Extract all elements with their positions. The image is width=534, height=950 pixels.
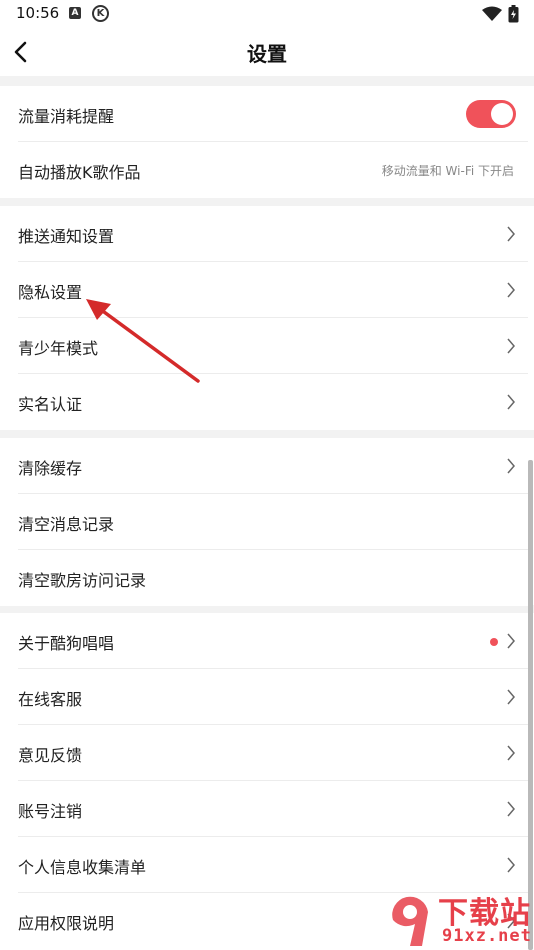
setting-label: 在线客服 [18, 690, 83, 709]
autoplay-note: 移动流量和 Wi-Fi 下开启 [381, 164, 514, 178]
section-gap [0, 76, 534, 86]
setting-label: 个人信息收集清单 [18, 858, 147, 877]
setting-label: 清空消息记录 [18, 515, 115, 534]
section-gap [0, 198, 534, 206]
setting-row-clear-room-history[interactable]: 清空歌房访问记录 [0, 550, 528, 606]
data-usage-toggle[interactable] [466, 100, 516, 128]
status-time: 10:56 [16, 4, 60, 22]
chevron-right-icon [507, 857, 515, 873]
header: 设置 [0, 28, 534, 76]
annotation-arrow-icon [86, 299, 200, 383]
toggle-knob [491, 103, 513, 125]
status-bar: 10:56 A K [0, 0, 534, 28]
setting-row-clear-messages[interactable]: 清空消息记录 [0, 494, 528, 550]
setting-label: 清除缓存 [18, 459, 83, 478]
setting-label: 应用权限说明 [18, 914, 115, 933]
setting-row-personal-info-list[interactable]: 个人信息收集清单 [0, 837, 528, 893]
wifi-icon [482, 6, 502, 21]
notification-a-icon: A [69, 7, 81, 19]
setting-label: 实名认证 [18, 395, 83, 414]
setting-row-online-service[interactable]: 在线客服 [0, 669, 528, 725]
setting-label: 清空歌房访问记录 [18, 571, 147, 590]
setting-row-autoplay[interactable]: 自动播放K歌作品 移动流量和 Wi-Fi 下开启 [0, 142, 528, 198]
setting-row-feedback[interactable]: 意见反馈 [0, 725, 528, 781]
chevron-right-icon [507, 282, 515, 298]
setting-label: 流量消耗提醒 [18, 107, 115, 126]
chevron-right-icon [507, 801, 515, 817]
setting-row-push-notifications[interactable]: 推送通知设置 [0, 206, 528, 262]
setting-row-about[interactable]: 关于酷狗唱唱 [0, 613, 528, 669]
section-gap [0, 430, 534, 438]
setting-label: 账号注销 [18, 802, 83, 821]
setting-label: 自动播放K歌作品 [18, 163, 141, 182]
setting-label: 意见反馈 [18, 746, 83, 765]
setting-row-clear-cache[interactable]: 清除缓存 [0, 438, 528, 494]
chevron-right-icon [507, 745, 515, 761]
setting-label: 隐私设置 [18, 283, 83, 302]
watermark-url: 91xz.net [442, 926, 532, 946]
setting-label: 推送通知设置 [18, 227, 115, 246]
chevron-right-icon [507, 633, 515, 649]
section-gap [0, 605, 534, 613]
chevron-right-icon [507, 458, 515, 474]
notification-k-icon: K [92, 5, 109, 22]
chevron-right-icon [507, 394, 515, 410]
chevron-right-icon [507, 338, 515, 354]
setting-label: 关于酷狗唱唱 [18, 634, 115, 653]
chevron-right-icon [507, 689, 515, 705]
page-title: 设置 [247, 42, 287, 66]
chevron-right-icon [507, 226, 515, 242]
scrollbar[interactable] [528, 460, 533, 950]
watermark-logo-icon [392, 896, 428, 946]
battery-icon [508, 5, 519, 23]
site-watermark: 下载站 91xz.net [388, 888, 534, 950]
setting-row-account-deletion[interactable]: 账号注销 [0, 781, 528, 837]
setting-row-data-usage-reminder: 流量消耗提醒 [0, 86, 528, 142]
new-badge-dot [490, 638, 498, 646]
